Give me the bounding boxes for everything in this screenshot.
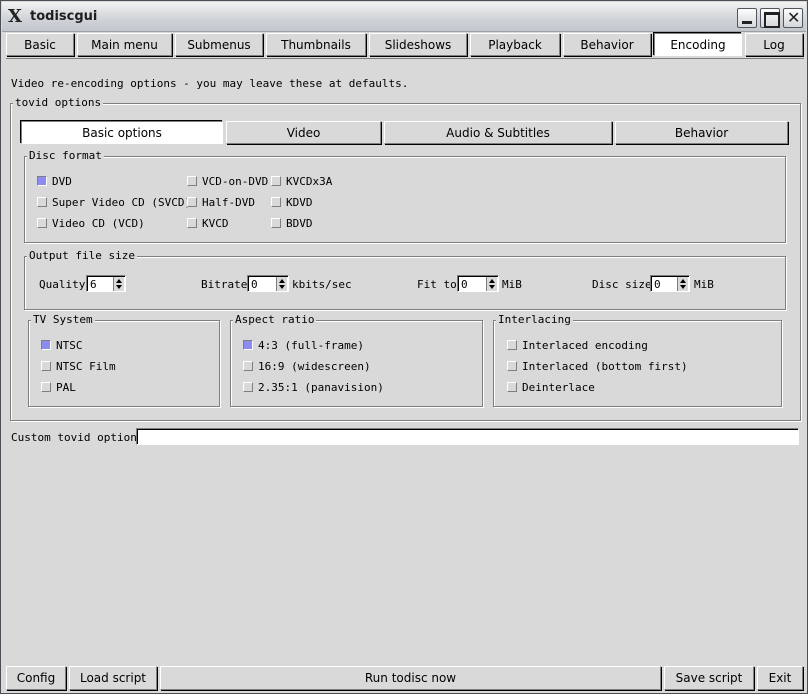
window-title: todiscgui xyxy=(30,9,98,24)
radio-kvcd[interactable] xyxy=(187,218,197,228)
radio-interlaced-bottom[interactable] xyxy=(507,361,517,371)
subtab-audio-subtitles[interactable]: Audio & Subtitles xyxy=(384,121,612,144)
label-svcd: Super Video CD (SVCD) xyxy=(52,196,192,209)
fit-to-spinbox[interactable]: 0 xyxy=(457,275,499,292)
spin-arrows-icon[interactable] xyxy=(276,277,287,291)
tab-encoding[interactable]: Encoding xyxy=(654,33,742,56)
radio-ntsc-film[interactable] xyxy=(41,361,51,371)
close-icon: ✕ xyxy=(787,8,801,27)
quality-label: Quality xyxy=(39,278,86,291)
label-pal: PAL xyxy=(56,381,76,394)
label-aspect-16-9: 16:9 (widescreen) xyxy=(258,360,371,373)
label-vcd: Video CD (VCD) xyxy=(52,217,145,230)
bitrate-unit: kbits/sec xyxy=(292,278,352,291)
custom-options-label: Custom tovid options xyxy=(11,431,144,444)
label-interlaced-bottom: Interlaced (bottom first) xyxy=(522,360,688,373)
disc-size-label: Disc size xyxy=(592,278,652,291)
label-ntsc: NTSC xyxy=(56,339,83,352)
radio-dvd[interactable] xyxy=(37,176,47,186)
tab-log[interactable]: Log xyxy=(745,33,803,56)
fit-to-value: 0 xyxy=(461,278,468,291)
label-half-dvd: Half-DVD xyxy=(202,196,255,209)
radio-bdvd[interactable] xyxy=(271,218,281,228)
label-deinterlace: Deinterlace xyxy=(522,381,595,394)
label-vcd-on-dvd: VCD-on-DVD xyxy=(202,175,269,188)
intro-text: Video re-encoding options - you may leav… xyxy=(11,77,409,90)
output-file-size-legend: Output file size xyxy=(27,249,137,262)
radio-svcd[interactable] xyxy=(37,197,47,207)
label-kdvd: KDVD xyxy=(286,196,313,209)
save-script-button[interactable]: Save script xyxy=(664,666,754,690)
tab-behavior[interactable]: Behavior xyxy=(563,33,651,56)
bitrate-label: Bitrate xyxy=(201,278,248,291)
spin-arrows-icon[interactable] xyxy=(677,277,688,291)
bitrate-value: 0 xyxy=(251,278,258,291)
fit-to-unit: MiB xyxy=(502,278,522,291)
label-aspect-235: 2.35:1 (panavision) xyxy=(258,381,384,394)
config-button[interactable]: Config xyxy=(6,666,66,690)
tab-main-menu[interactable]: Main menu xyxy=(77,33,172,56)
label-aspect-4-3: 4:3 (full-frame) xyxy=(258,339,364,352)
tab-basic[interactable]: Basic xyxy=(6,33,74,56)
quality-spinbox[interactable]: 6 xyxy=(86,275,126,292)
label-interlaced-encoding: Interlaced encoding xyxy=(522,339,648,352)
spin-arrows-icon[interactable] xyxy=(486,277,497,291)
tab-submenus[interactable]: Submenus xyxy=(175,33,263,56)
label-bdvd: BDVD xyxy=(286,217,313,230)
quality-value: 6 xyxy=(90,278,97,291)
radio-kdvd[interactable] xyxy=(271,197,281,207)
disc-size-value: 0 xyxy=(654,278,661,291)
app-x-icon: X xyxy=(8,6,22,27)
exit-button[interactable]: Exit xyxy=(757,666,803,690)
label-kvcdx3a: KVCDx3A xyxy=(286,175,333,188)
app-window: X todiscgui ✕ Basic Main menu Submenus T… xyxy=(0,0,808,694)
radio-pal[interactable] xyxy=(41,382,51,392)
radio-aspect-16-9[interactable] xyxy=(243,361,253,371)
content-divider xyxy=(6,58,804,59)
spin-arrows-icon[interactable] xyxy=(113,277,124,291)
radio-aspect-4-3[interactable] xyxy=(243,340,253,350)
radio-deinterlace[interactable] xyxy=(507,382,517,392)
subtab-behavior[interactable]: Behavior xyxy=(615,121,788,144)
subtab-basic-options[interactable]: Basic options xyxy=(21,121,223,144)
tab-playback[interactable]: Playback xyxy=(470,33,560,56)
fit-to-label: Fit to xyxy=(417,278,457,291)
radio-kvcdx3a[interactable] xyxy=(271,176,281,186)
load-script-button[interactable]: Load script xyxy=(69,666,157,690)
tab-slideshows[interactable]: Slideshows xyxy=(369,33,467,56)
interlacing-legend: Interlacing xyxy=(496,313,573,326)
tovid-options-legend: tovid options xyxy=(13,96,104,109)
minimize-button[interactable] xyxy=(737,8,757,28)
disc-format-legend: Disc format xyxy=(27,149,104,162)
radio-half-dvd[interactable] xyxy=(187,197,197,207)
custom-options-input[interactable] xyxy=(136,428,799,445)
aspect-ratio-legend: Aspect ratio xyxy=(233,313,317,326)
title-bar[interactable]: X todiscgui ✕ xyxy=(2,2,806,32)
tab-thumbnails[interactable]: Thumbnails xyxy=(266,33,366,56)
run-todisc-button[interactable]: Run todisc now xyxy=(160,666,661,690)
maximize-button[interactable] xyxy=(760,8,780,28)
disc-size-unit: MiB xyxy=(694,278,714,291)
radio-vcd[interactable] xyxy=(37,218,47,228)
label-dvd: DVD xyxy=(52,175,72,188)
tv-system-legend: TV System xyxy=(31,313,95,326)
radio-aspect-235[interactable] xyxy=(243,382,253,392)
label-kvcd: KVCD xyxy=(202,217,229,230)
close-button[interactable]: ✕ xyxy=(783,8,803,28)
bitrate-spinbox[interactable]: 0 xyxy=(247,275,289,292)
radio-interlaced-encoding[interactable] xyxy=(507,340,517,350)
label-ntsc-film: NTSC Film xyxy=(56,360,116,373)
radio-ntsc[interactable] xyxy=(41,340,51,350)
radio-vcd-on-dvd[interactable] xyxy=(187,176,197,186)
subtab-video[interactable]: Video xyxy=(226,121,381,144)
disc-size-spinbox[interactable]: 0 xyxy=(650,275,690,292)
